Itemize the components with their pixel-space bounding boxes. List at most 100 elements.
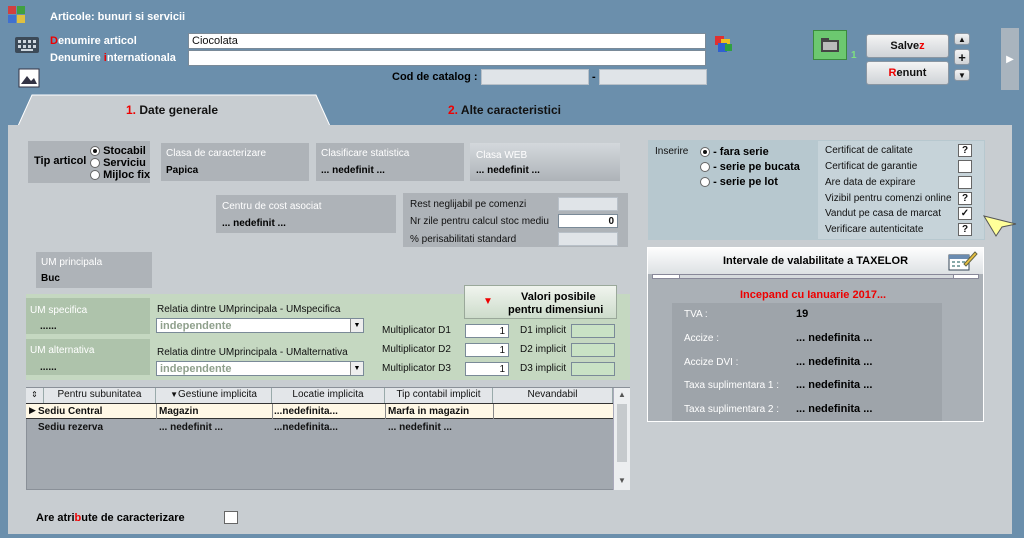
- save-button[interactable]: Salve z: [866, 34, 949, 58]
- keyboard-icon[interactable]: [14, 34, 40, 56]
- centru-cost-box[interactable]: Centru de cost asociat ... nedefinit ...: [216, 195, 396, 233]
- radio-serviciu[interactable]: Serviciu: [90, 157, 146, 169]
- scroll-down-button[interactable]: ▼: [954, 69, 970, 81]
- check-calitate[interactable]: ?: [958, 144, 972, 157]
- multiplicator-d3-input[interactable]: 1: [465, 362, 509, 376]
- tab-date-generale[interactable]: 1. Date generale: [18, 94, 330, 126]
- tab-alte-caracteristici[interactable]: 2. Alte caracteristici: [448, 103, 561, 117]
- um-alternativa-box[interactable]: UM alternativa ......: [26, 339, 150, 375]
- radio-serie-bucata[interactable]: - serie pe bucata: [700, 161, 800, 173]
- relatie-alternativa-select[interactable]: independente ▼: [156, 361, 364, 376]
- accize-label: Accize :: [684, 333, 720, 344]
- side-panel-toggle[interactable]: ▶: [1001, 28, 1019, 90]
- table-row[interactable]: ▶ Sediu Central Magazin ...nedefinita...…: [26, 403, 613, 419]
- taxe-period[interactable]: Incepand cu Ianuarie 2017...: [740, 289, 886, 301]
- cod-catalog-label: Cod de catalog :: [392, 71, 478, 83]
- record-counter: 1: [851, 50, 857, 61]
- scroll-up-arrow[interactable]: ▲: [614, 390, 630, 399]
- taxa-sup-2-label: Taxa suplimentara 2 :: [684, 404, 780, 415]
- check-online[interactable]: ?: [958, 192, 972, 205]
- multiplicator-d2-label: Multiplicator D2: [382, 344, 451, 355]
- radio-mijloc-fix[interactable]: Mijloc fix: [90, 169, 150, 181]
- relatie-specifica-label: Relatia dintre UMprincipala - UMspecific…: [157, 304, 341, 315]
- are-atribute-label: Are atribute de caracterizare: [36, 512, 185, 524]
- check-label-autenticitate: Verificare autenticitate: [825, 224, 924, 235]
- check-label-online: Vizibil pentru comenzi online: [825, 193, 952, 204]
- accize-dvi-label: Accize DVI :: [684, 357, 739, 368]
- clasa-web-value: ... nedefinit ...: [476, 165, 540, 176]
- chevron-right-icon: ▶: [1006, 53, 1014, 65]
- um-principala-box[interactable]: UM principala Buc: [36, 252, 152, 288]
- are-atribute-checkbox[interactable]: [224, 511, 238, 524]
- check-casa-marcat[interactable]: ✓: [958, 207, 972, 220]
- chevron-down-icon: ▼: [350, 319, 363, 332]
- d1-implicit-label: D1 implicit: [520, 325, 567, 336]
- taxa-sup-1-value[interactable]: ... nedefinita ...: [796, 379, 872, 391]
- clasa-caracterizare-value: Papica: [166, 165, 199, 176]
- radio-fara-serie[interactable]: - fara serie: [700, 146, 769, 158]
- um-specifica-box[interactable]: UM specifica ......: [26, 298, 150, 334]
- inserire-label: Inserire: [655, 146, 689, 157]
- table-header-sort[interactable]: ⇕: [26, 388, 44, 403]
- d2-implicit-input[interactable]: [571, 343, 615, 357]
- scroll-up-button[interactable]: ▲: [954, 33, 970, 45]
- pointer-arrow-icon: [982, 212, 1018, 238]
- col-header-nevandabil[interactable]: Nevandabil: [493, 388, 613, 403]
- clasa-caracterizare-box[interactable]: Clasa de caracterizare Papica: [161, 143, 309, 181]
- perisabilitati-label: % perisabilitati standard: [410, 234, 517, 245]
- col-header-locatie[interactable]: Locatie implicita: [272, 388, 385, 403]
- row-pointer-icon: ▶: [29, 405, 36, 415]
- check-expirare[interactable]: [958, 176, 972, 189]
- clasa-web-box[interactable]: Clasa WEB ... nedefinit ...: [470, 143, 620, 181]
- accize-value[interactable]: ... nedefinita ...: [796, 332, 872, 344]
- col-header-subunitatea[interactable]: Pentru subunitatea: [44, 388, 156, 403]
- tip-articol-label: Tip articol: [34, 155, 87, 167]
- taxa-sup-2-value[interactable]: ... nedefinita ...: [796, 403, 872, 415]
- denumire-articol-input[interactable]: Ciocolata: [188, 33, 706, 49]
- calendar-edit-icon[interactable]: [948, 250, 978, 272]
- nr-zile-input[interactable]: 0: [558, 214, 618, 228]
- color-palette-icon[interactable]: [713, 34, 735, 54]
- check-label-calitate: Certificat de calitate: [825, 145, 913, 156]
- d1-implicit-input[interactable]: [571, 324, 615, 338]
- taxa-sup-1-label: Taxa suplimentara 1 :: [684, 380, 780, 391]
- cod-catalog-input-1[interactable]: [481, 69, 589, 85]
- table-row[interactable]: Sediu rezerva ... nedefinit ... ...nedef…: [26, 420, 613, 436]
- col-header-gestiune[interactable]: ▼Gestiune implicita: [156, 388, 272, 403]
- denumire-internationala-input[interactable]: [188, 50, 706, 66]
- tva-value[interactable]: 19: [796, 308, 808, 320]
- folder-icon[interactable]: [813, 30, 847, 60]
- col-header-tip-contabil[interactable]: Tip contabil implicit: [385, 388, 493, 403]
- rest-neglijabil-input[interactable]: [558, 197, 618, 211]
- check-label-expirare: Are data de expirare: [825, 177, 916, 188]
- relatie-specifica-select[interactable]: independente ▼: [156, 318, 364, 333]
- multiplicator-d1-label: Multiplicator D1: [382, 325, 451, 336]
- clasificare-statistica-box[interactable]: Clasificare statistica ... nedefinit ...: [316, 143, 464, 181]
- multiplicator-d1-input[interactable]: 1: [465, 324, 509, 338]
- multiplicator-d2-input[interactable]: 1: [465, 343, 509, 357]
- perisabilitati-input[interactable]: [558, 232, 618, 246]
- scroll-thumb[interactable]: [617, 404, 627, 462]
- photo-icon[interactable]: [18, 68, 40, 88]
- table-scrollbar[interactable]: ▲ ▼: [613, 388, 630, 490]
- timeline-thumb[interactable]: [679, 274, 954, 279]
- scroll-down-arrow[interactable]: ▼: [614, 476, 630, 485]
- triangle-down-icon: ▼: [483, 296, 493, 307]
- cod-catalog-input-2[interactable]: [599, 69, 707, 85]
- multiplicator-d3-label: Multiplicator D3: [382, 363, 451, 374]
- radio-serie-lot[interactable]: - serie pe lot: [700, 176, 778, 188]
- valori-dimensiuni-button[interactable]: ▼ Valori posibile pentru dimensiuni: [464, 285, 617, 319]
- denumire-articol-label: Denumire articol: [50, 35, 137, 47]
- check-autenticitate[interactable]: ?: [958, 223, 972, 236]
- d3-implicit-input[interactable]: [571, 362, 615, 376]
- d3-implicit-label: D3 implicit: [520, 363, 567, 374]
- check-garantie[interactable]: [958, 160, 972, 173]
- radio-stocabil[interactable]: Stocabil: [90, 145, 146, 157]
- timeline-slider[interactable]: [652, 274, 979, 279]
- nr-zile-label: Nr zile pentru calcul stoc mediu: [410, 216, 549, 227]
- taxe-title: Intervale de valabilitate a TAXELOR: [723, 255, 909, 267]
- add-button[interactable]: +: [954, 49, 970, 65]
- d2-implicit-label: D2 implicit: [520, 344, 567, 355]
- cancel-button[interactable]: Renunt: [866, 61, 949, 85]
- accize-dvi-value[interactable]: ... nedefinita ...: [796, 356, 872, 368]
